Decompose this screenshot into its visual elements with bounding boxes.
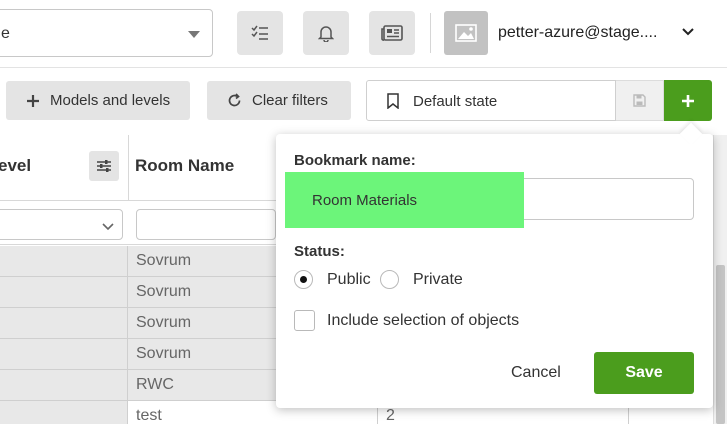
notifications-button[interactable] — [303, 11, 349, 55]
room-name-cell: Sovrum — [136, 345, 192, 362]
save-bookmark-button[interactable] — [616, 80, 664, 121]
models-and-levels-button[interactable]: Models and levels — [6, 81, 190, 120]
add-bookmark-button[interactable] — [664, 80, 712, 121]
room-name-cell: test — [136, 407, 162, 424]
topbar-divider — [430, 13, 431, 53]
top-bar: e petter-azure@stage.... — [0, 0, 727, 68]
clear-filters-label: Clear filters — [252, 92, 328, 109]
column-header-level-label: evel — [0, 156, 32, 175]
user-name[interactable]: petter-azure@stage.... — [498, 24, 657, 42]
plus-icon — [26, 94, 40, 108]
table-cell — [0, 277, 128, 308]
room-name-cell: Sovrum — [136, 252, 192, 269]
table-cell — [0, 308, 128, 339]
private-radio[interactable] — [380, 270, 399, 289]
image-placeholder-icon — [455, 24, 477, 42]
bookmark-popover: Bookmark name: Room Materials Status: Pu… — [276, 122, 713, 408]
models-and-levels-label: Models and levels — [50, 92, 171, 109]
private-label[interactable]: Private — [413, 271, 463, 289]
floppy-disk-icon — [633, 94, 646, 107]
checklist-icon — [251, 25, 268, 40]
bookmark-name-value: Room Materials — [312, 192, 418, 209]
bookmark-state-label: Default state — [413, 93, 498, 110]
table-cell — [0, 401, 128, 424]
room-name-filter-input[interactable] — [136, 209, 276, 240]
vertical-scrollbar[interactable] — [713, 135, 727, 424]
refresh-icon — [227, 93, 242, 108]
popover-arrow — [679, 122, 703, 146]
status-label: Status: — [294, 243, 345, 260]
public-label[interactable]: Public — [327, 271, 371, 289]
bookmark-name-label: Bookmark name: — [294, 152, 416, 169]
avatar[interactable] — [444, 11, 488, 55]
table-cell — [0, 339, 128, 370]
column-settings-button[interactable] — [89, 151, 119, 181]
scrollbar-thumb[interactable] — [716, 265, 725, 424]
include-selection-checkbox[interactable] — [294, 310, 315, 331]
room-name-cell: Sovrum — [136, 314, 192, 331]
bookmark-name-input[interactable]: Room Materials — [285, 172, 694, 228]
column-header-level[interactable]: evel — [0, 135, 129, 201]
table-cell — [0, 246, 128, 277]
clear-filters-button[interactable]: Clear filters — [207, 81, 351, 120]
news-button[interactable] — [369, 11, 415, 55]
room-name-cell: RWC — [136, 376, 174, 393]
public-radio[interactable] — [294, 270, 313, 289]
sliders-icon — [97, 160, 111, 172]
plus-icon — [682, 94, 694, 107]
table-cell — [0, 370, 128, 401]
bell-icon — [318, 26, 334, 42]
room-name-cell: Sovrum — [136, 283, 192, 300]
include-selection-label[interactable]: Include selection of objects — [327, 312, 519, 330]
chevron-down-icon — [102, 218, 114, 236]
chevron-down-icon[interactable] — [681, 24, 695, 42]
caret-down-icon — [188, 31, 200, 38]
project-select-value: e — [1, 25, 10, 42]
column-header-room-name-label: Room Name — [135, 156, 235, 175]
project-select[interactable]: e — [0, 9, 213, 57]
checklist-button[interactable] — [237, 11, 283, 55]
bookmark-icon — [387, 93, 399, 114]
newspaper-icon — [381, 25, 403, 41]
value-cell: 2 — [386, 407, 395, 424]
level-filter-select[interactable] — [0, 209, 123, 240]
bookmark-selector[interactable]: Default state — [366, 80, 616, 121]
cancel-button[interactable]: Cancel — [511, 364, 561, 382]
save-button[interactable]: Save — [594, 352, 694, 394]
